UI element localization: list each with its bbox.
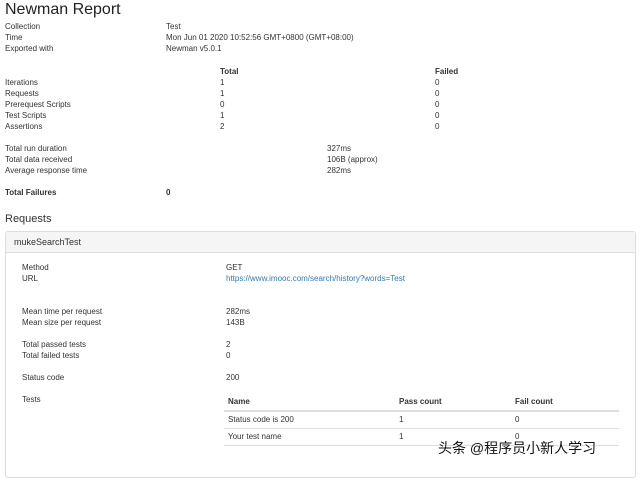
tests-label: Tests — [22, 395, 41, 404]
test-row-pass: 1 — [399, 415, 404, 424]
tests-header-pass: Pass count — [399, 397, 442, 406]
summary-row-failed: 0 — [435, 78, 440, 87]
time-value: Mon Jun 01 2020 10:52:56 GMT+0800 (GMT+0… — [166, 33, 354, 42]
stat-label: Total data received — [5, 155, 73, 164]
summary-row-failed: 0 — [435, 89, 440, 98]
stat-label: Average response time — [5, 166, 88, 175]
passed-tests-value: 2 — [226, 340, 231, 349]
mean-time-value: 282ms — [226, 307, 251, 316]
tests-row-divider — [224, 428, 619, 429]
summary-row-label: Prerequest Scripts — [5, 100, 71, 109]
summary-row-total: 0 — [220, 100, 225, 109]
request-name[interactable]: mukeSearchTest — [14, 237, 81, 247]
summary-row-failed: 0 — [435, 122, 440, 131]
test-row-pass: 1 — [399, 432, 404, 441]
tests-header-fail: Fail count — [515, 397, 553, 406]
summary-row-failed: 0 — [435, 111, 440, 120]
failed-tests-label: Total failed tests — [22, 351, 80, 360]
mean-time-label: Mean time per request — [22, 307, 103, 316]
total-failures-value: 0 — [166, 188, 171, 197]
page-title: Newman Report — [5, 1, 121, 18]
passed-tests-label: Total passed tests — [22, 340, 87, 349]
summary-row-total: 1 — [220, 111, 225, 120]
status-code-value: 200 — [226, 373, 240, 382]
test-row-name: Your test name — [228, 432, 282, 441]
status-code-label: Status code — [22, 373, 65, 382]
summary-row-total: 2 — [220, 122, 225, 131]
stat-value: 282ms — [327, 166, 352, 175]
method-label: Method — [22, 263, 49, 272]
test-row-fail: 0 — [515, 415, 520, 424]
method-value: GET — [226, 263, 243, 272]
summary-row-label: Test Scripts — [5, 111, 47, 120]
test-row-name: Status code is 200 — [228, 415, 294, 424]
total-failures-label: Total Failures — [5, 188, 57, 197]
summary-row-total: 1 — [220, 78, 225, 87]
mean-size-value: 143B — [226, 318, 245, 327]
exported-label: Exported with — [5, 44, 54, 53]
exported-value: Newman v5.0.1 — [166, 44, 222, 53]
summary-row-failed: 0 — [435, 100, 440, 109]
summary-header-total: Total — [220, 67, 239, 76]
tests-header-divider — [224, 410, 619, 412]
url-link[interactable]: https://www.imooc.com/search/history?wor… — [226, 274, 405, 284]
request-panel-header[interactable]: mukeSearchTest — [6, 232, 635, 253]
summary-row-label: Requests — [5, 89, 39, 98]
stat-label: Total run duration — [5, 144, 67, 153]
summary-row-label: Assertions — [5, 122, 43, 131]
stat-value: 106B (approx) — [327, 155, 378, 164]
mean-size-label: Mean size per request — [22, 318, 102, 327]
failed-tests-value: 0 — [226, 351, 231, 360]
collection-value: Test — [166, 22, 181, 31]
stat-value: 327ms — [327, 144, 352, 153]
requests-heading: Requests — [5, 213, 52, 225]
collection-label: Collection — [5, 22, 41, 31]
time-label: Time — [5, 33, 23, 42]
url-label: URL — [22, 274, 39, 283]
watermark-text: 头条 @程序员小新人学习 — [438, 440, 597, 456]
summary-row-total: 1 — [220, 89, 225, 98]
summary-header-failed: Failed — [435, 67, 459, 76]
tests-header-name: Name — [228, 397, 250, 406]
summary-row-label: Iterations — [5, 78, 38, 87]
